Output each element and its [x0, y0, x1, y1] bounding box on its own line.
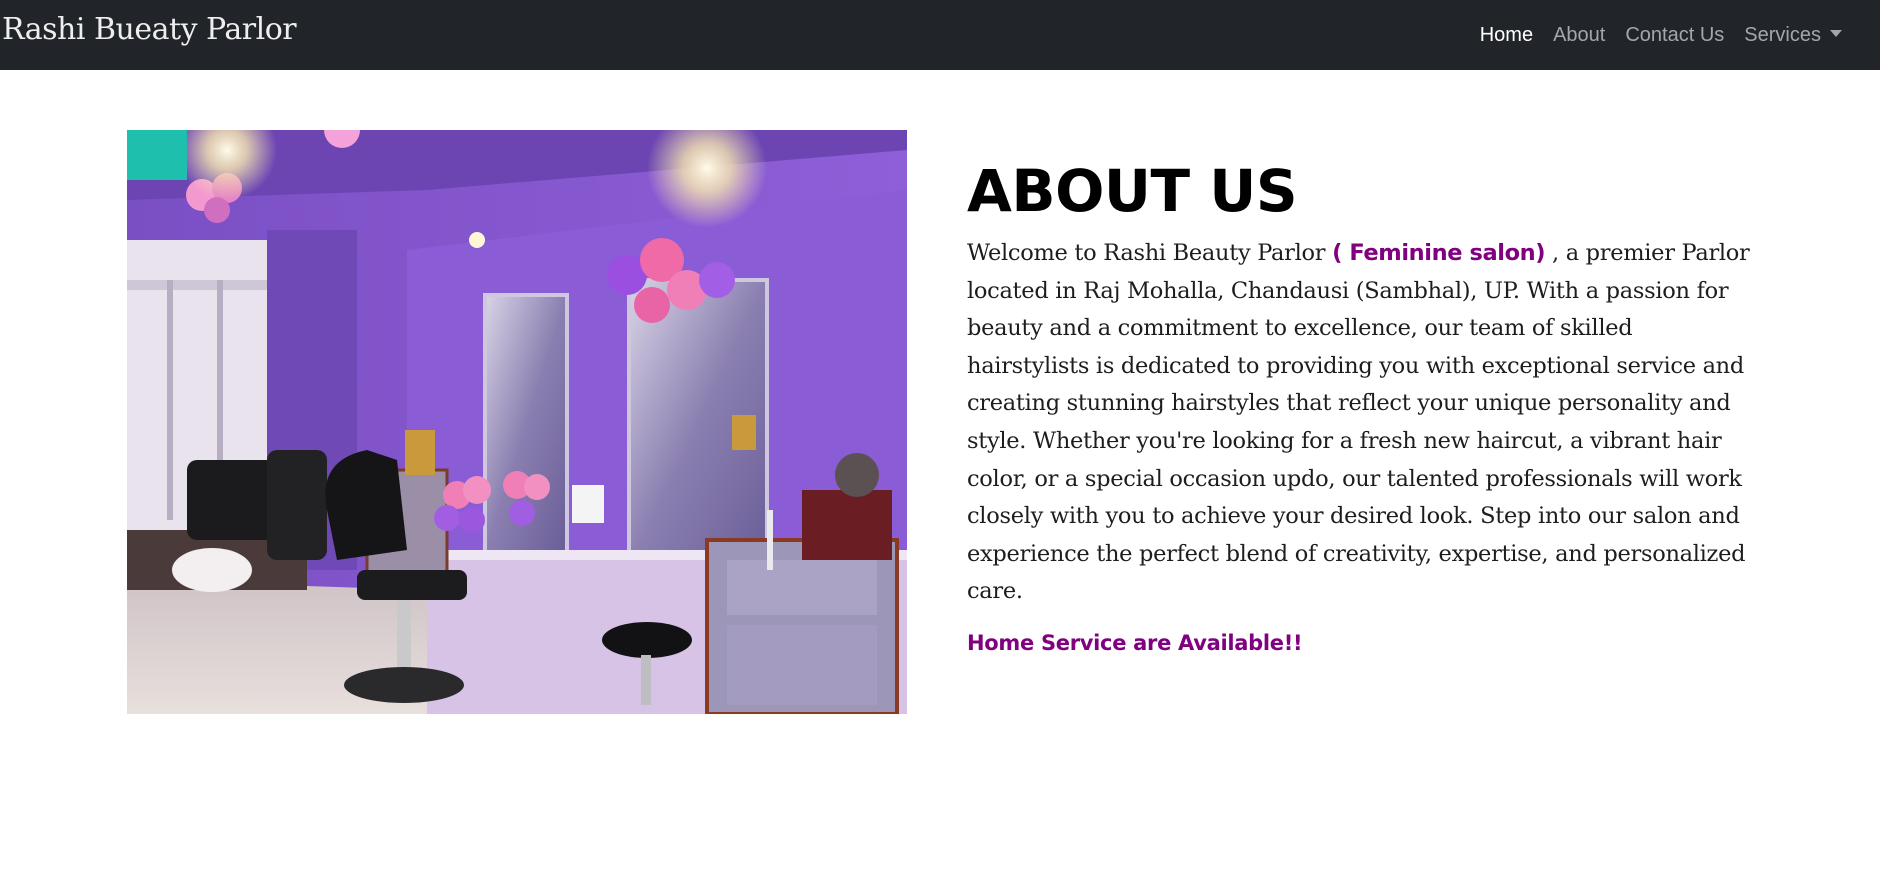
brand-link[interactable]: Rashi Bueaty Parlor [2, 12, 297, 47]
nav-home[interactable]: Home [1480, 24, 1533, 47]
nav-contact[interactable]: Contact Us [1625, 24, 1724, 47]
home-service-note: Home Service are Available!! [967, 630, 1303, 655]
about-description: Welcome to Rashi Beauty Parlor ( Feminin… [967, 235, 1757, 611]
nav-links: Home About Contact Us Services [1480, 0, 1842, 70]
salon-illustration [127, 130, 907, 714]
nav-about[interactable]: About [1553, 24, 1605, 47]
about-intro-before: Welcome to Rashi Beauty Parlor [967, 240, 1333, 266]
nav-services-label: Services [1744, 23, 1821, 46]
about-title: ABOUT US [967, 157, 1298, 225]
about-section: ABOUT US Welcome to Rashi Beauty Parlor … [967, 155, 1757, 655]
caret-down-icon [1830, 29, 1842, 37]
salon-interior-image [127, 130, 907, 714]
about-intro-after: , a premier Parlor located in Raj Mohall… [967, 240, 1750, 605]
top-navbar: Rashi Bueaty Parlor Home About Contact U… [0, 0, 1880, 70]
nav-services-dropdown[interactable]: Services [1744, 24, 1842, 47]
feminine-salon-highlight: ( Feminine salon) [1332, 240, 1546, 266]
